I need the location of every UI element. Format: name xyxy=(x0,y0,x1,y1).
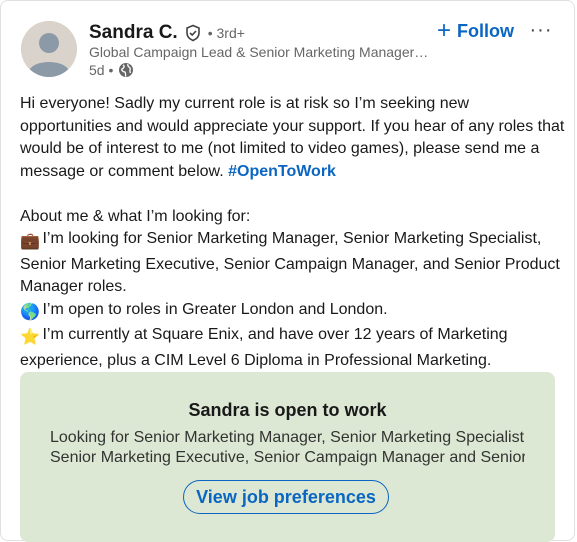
post-line-location-text: I’m open to roles in Greater London and … xyxy=(38,300,388,318)
view-job-preferences-label: View job preferences xyxy=(196,486,376,507)
open-to-work-description: Looking for Senior Marketing Manager, Se… xyxy=(50,428,525,468)
open-to-work-description-line2: Senior Marketing Executive, Senior Campa… xyxy=(50,449,525,466)
open-to-work-description-line1: Looking for Senior Marketing Manager, Se… xyxy=(50,429,525,446)
follow-button[interactable]: + Follow xyxy=(431,17,520,45)
connection-degree: • 3rd+ xyxy=(207,25,245,41)
globe-emoji-icon: 🌎 xyxy=(20,303,40,321)
post-line-location: 🌎 I’m open to roles in Greater London an… xyxy=(20,299,565,325)
post-meta: 5d • xyxy=(89,61,134,79)
post-body: Hi everyone! Sadly my current role is at… xyxy=(20,93,565,372)
star-icon: ⭐ xyxy=(20,329,40,346)
open-to-work-card: Sandra is open to work Looking for Senio… xyxy=(20,372,555,542)
post-line-experience: ⭐ I’m currently at Square Enix, and have… xyxy=(20,324,565,372)
post-intro: Hi everyone! Sadly my current role is at… xyxy=(20,93,565,183)
post-line-experience-text: I’m currently at Square Enix, and have o… xyxy=(20,326,508,369)
view-job-preferences-button[interactable]: View job preferences xyxy=(183,480,389,514)
follow-label: Follow xyxy=(457,20,515,41)
open-to-work-title: Sandra is open to work xyxy=(188,400,387,420)
post-time: 5d • xyxy=(89,62,114,78)
author-name[interactable]: Sandra C. xyxy=(89,22,178,44)
hashtag-link[interactable]: #OpenToWork xyxy=(228,163,336,180)
shield-check-icon xyxy=(184,24,202,42)
avatar[interactable] xyxy=(21,21,77,77)
post-card: Sandra C. • 3rd+ Global Campaign Lead & … xyxy=(0,0,575,542)
post-line-roles: 💼 I’m looking for Senior Marketing Manag… xyxy=(20,228,565,299)
about-heading: About me & what I’m looking for: xyxy=(20,207,251,225)
post-line-roles-text: I’m looking for Senior Marketing Manager… xyxy=(20,230,560,295)
author-name-row: Sandra C. • 3rd+ xyxy=(89,21,245,45)
plus-icon: + xyxy=(437,17,452,44)
author-headline: Global Campaign Lead & Senior Marketing … xyxy=(89,44,429,60)
more-icon: ··· xyxy=(529,18,553,41)
more-options-button[interactable]: ··· xyxy=(525,15,557,45)
person-silhouette-icon xyxy=(21,21,77,77)
globe-icon xyxy=(118,62,134,78)
briefcase-icon: 💼 xyxy=(20,233,40,250)
